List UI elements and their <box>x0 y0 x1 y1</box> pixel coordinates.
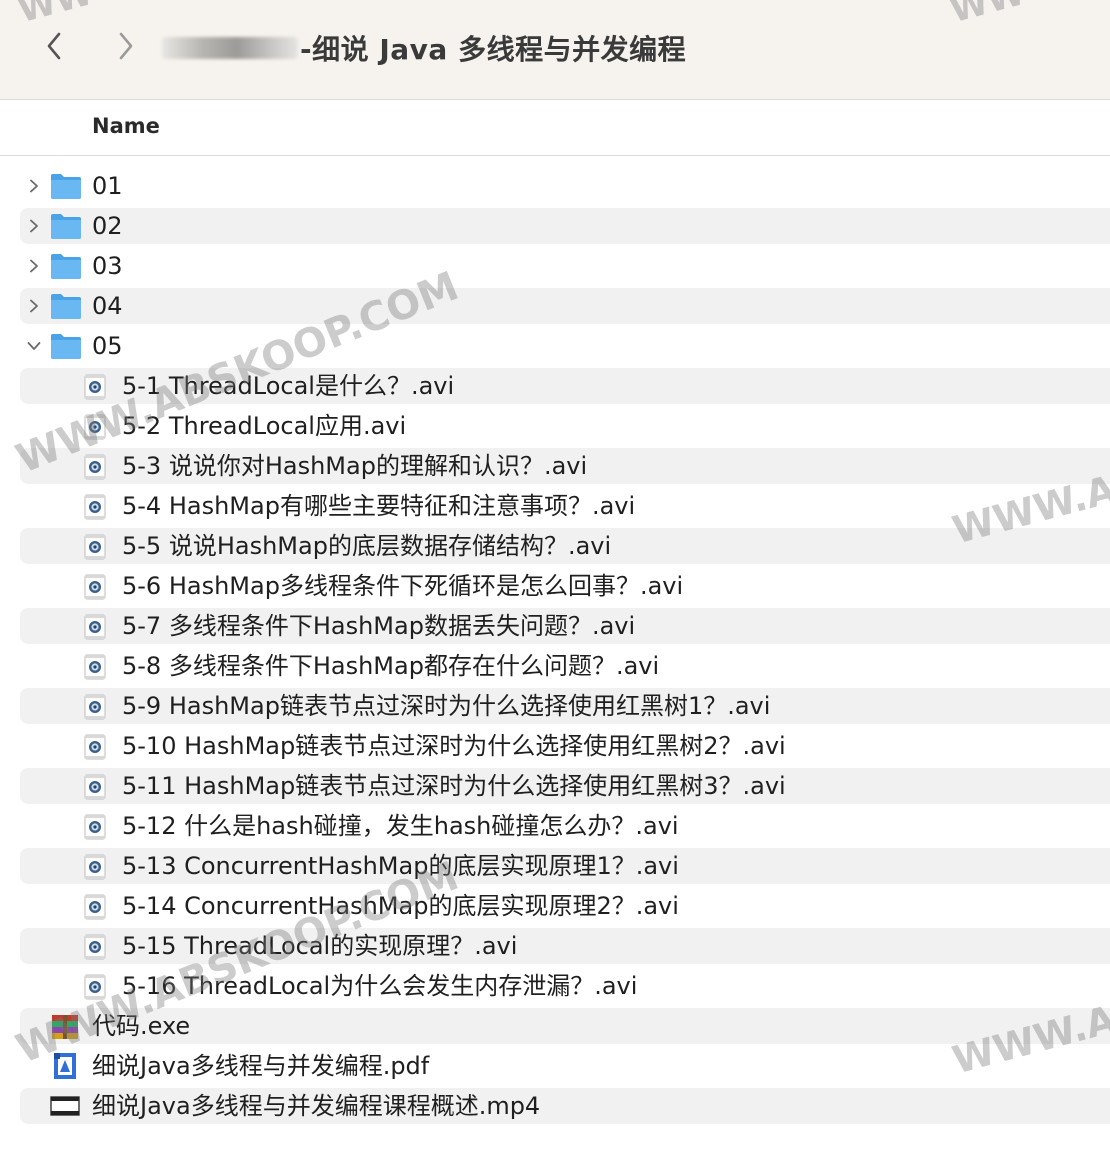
video-file-icon <box>84 454 106 480</box>
file-row[interactable]: 5-5 说说HashMap的底层数据存储结构？.avi <box>0 526 1110 566</box>
file-row[interactable]: 5-1 ThreadLocal是什么？.avi <box>0 366 1110 406</box>
folder-icon <box>51 174 81 199</box>
root-file-row[interactable]: 细说Java多线程与并发编程.pdf <box>0 1046 1110 1086</box>
video-file-icon <box>84 494 106 520</box>
file-label: 细说Java多线程与并发编程课程概述.mp4 <box>92 1092 541 1120</box>
file-row[interactable]: 5-9 HashMap链表节点过深时为什么选择使用红黑树1？.avi <box>0 686 1110 726</box>
chevron-right-icon <box>30 259 38 273</box>
archive-icon <box>52 1015 78 1039</box>
folder-row-05[interactable]: 05 <box>0 326 1110 366</box>
chevron-right-icon <box>30 299 38 313</box>
folder-icon <box>51 214 81 239</box>
file-row[interactable]: 5-6 HashMap多线程条件下死循环是怎么回事？.avi <box>0 566 1110 606</box>
file-label: 代码.exe <box>92 1012 191 1040</box>
video-file-icon <box>84 974 106 1000</box>
file-label: 5-4 HashMap有哪些主要特征和注意事项？.avi <box>122 492 636 520</box>
file-label: 5-7 多线程条件下HashMap数据丢失问题？.avi <box>122 612 636 640</box>
file-label: 5-6 HashMap多线程条件下死循环是怎么回事？.avi <box>122 572 684 600</box>
file-row[interactable]: 5-2 ThreadLocal应用.avi <box>0 406 1110 446</box>
file-label: 5-2 ThreadLocal应用.avi <box>122 412 407 440</box>
window-toolbar: -细说 Java 多线程与并发编程 <box>0 0 1110 100</box>
folder-icon <box>51 294 81 319</box>
file-label: 5-5 说说HashMap的底层数据存储结构？.avi <box>122 532 612 560</box>
column-header: Name <box>0 101 1110 156</box>
file-row[interactable]: 5-12 什么是hash碰撞，发生hash碰撞怎么办？.avi <box>0 806 1110 846</box>
folder-icon <box>51 334 81 359</box>
chevron-left-icon <box>47 32 61 60</box>
window-title-text: -细说 Java 多线程与并发编程 <box>300 33 687 66</box>
back-button[interactable] <box>34 26 74 66</box>
folder-label: 03 <box>92 252 123 280</box>
folder-row-04[interactable]: 04 <box>0 286 1110 326</box>
root-file-row[interactable]: 细说Java多线程与并发编程课程概述.mp4 <box>0 1086 1110 1126</box>
chevron-right-icon <box>119 32 133 60</box>
file-row[interactable]: 5-16 ThreadLocal为什么会发生内存泄漏？.avi <box>0 966 1110 1006</box>
file-label: 5-12 什么是hash碰撞，发生hash碰撞怎么办？.avi <box>122 812 679 840</box>
disclosure-collapsed-toggle[interactable] <box>22 214 46 238</box>
file-row[interactable]: 5-13 ConcurrentHashMap的底层实现原理1？.avi <box>0 846 1110 886</box>
folder-label: 02 <box>92 212 123 240</box>
file-label: 5-3 说说你对HashMap的理解和认识？.avi <box>122 452 588 480</box>
video-file-icon <box>84 614 106 640</box>
row-stripe <box>20 248 1110 284</box>
disclosure-expanded-toggle[interactable] <box>22 334 46 358</box>
video-file-icon <box>84 814 106 840</box>
video-file-icon <box>84 734 106 760</box>
file-label: 5-1 ThreadLocal是什么？.avi <box>122 372 455 400</box>
file-row[interactable]: 5-3 说说你对HashMap的理解和认识？.avi <box>0 446 1110 486</box>
file-label: 细说Java多线程与并发编程.pdf <box>92 1052 430 1080</box>
file-list: 01 02 03 04 05 5-1 ThreadLocal是什么？.avi 5-2 Thr… <box>0 166 1110 1126</box>
row-stripe <box>20 328 1110 364</box>
folder-row-01[interactable]: 01 <box>0 166 1110 206</box>
folder-label: 05 <box>92 332 123 360</box>
root-file-row[interactable]: 代码.exe <box>0 1006 1110 1046</box>
row-stripe <box>20 288 1110 324</box>
folder-row-02[interactable]: 02 <box>0 206 1110 246</box>
row-stripe <box>20 168 1110 204</box>
file-row[interactable]: 5-14 ConcurrentHashMap的底层实现原理2？.avi <box>0 886 1110 926</box>
chevron-right-icon <box>30 219 38 233</box>
folder-label: 01 <box>92 172 123 200</box>
file-label: 5-15 ThreadLocal的实现原理？.avi <box>122 932 518 960</box>
row-stripe <box>20 208 1110 244</box>
video-file-icon <box>50 1096 80 1116</box>
video-file-icon <box>84 414 106 440</box>
file-label: 5-16 ThreadLocal为什么会发生内存泄漏？.avi <box>122 972 638 1000</box>
folder-row-03[interactable]: 03 <box>0 246 1110 286</box>
file-row[interactable]: 5-15 ThreadLocal的实现原理？.avi <box>0 926 1110 966</box>
file-label: 5-10 HashMap链表节点过深时为什么选择使用红黑树2？.avi <box>122 732 786 760</box>
video-file-icon <box>84 854 106 880</box>
window-title: -细说 Java 多线程与并发编程 <box>162 26 686 70</box>
name-column-header[interactable]: Name <box>92 114 160 138</box>
file-label: 5-8 多线程条件下HashMap都存在什么问题？.avi <box>122 652 660 680</box>
folder-label: 04 <box>92 292 123 320</box>
video-file-icon <box>84 374 106 400</box>
file-label: 5-11 HashMap链表节点过深时为什么选择使用红黑树3？.avi <box>122 772 786 800</box>
video-file-icon <box>84 894 106 920</box>
blurred-title-prefix <box>162 37 298 59</box>
video-file-icon <box>84 774 106 800</box>
pdf-document-icon <box>54 1053 76 1079</box>
file-row[interactable]: 5-8 多线程条件下HashMap都存在什么问题？.avi <box>0 646 1110 686</box>
folder-icon <box>51 254 81 279</box>
file-row[interactable]: 5-7 多线程条件下HashMap数据丢失问题？.avi <box>0 606 1110 646</box>
chevron-down-icon <box>27 342 41 350</box>
disclosure-collapsed-toggle[interactable] <box>22 174 46 198</box>
disclosure-collapsed-toggle[interactable] <box>22 294 46 318</box>
file-row[interactable]: 5-11 HashMap链表节点过深时为什么选择使用红黑树3？.avi <box>0 766 1110 806</box>
file-label: 5-14 ConcurrentHashMap的底层实现原理2？.avi <box>122 892 679 920</box>
video-file-icon <box>84 694 106 720</box>
file-row[interactable]: 5-4 HashMap有哪些主要特征和注意事项？.avi <box>0 486 1110 526</box>
file-label: 5-9 HashMap链表节点过深时为什么选择使用红黑树1？.avi <box>122 692 771 720</box>
video-file-icon <box>84 654 106 680</box>
file-label: 5-13 ConcurrentHashMap的底层实现原理1？.avi <box>122 852 679 880</box>
video-file-icon <box>84 934 106 960</box>
forward-button[interactable] <box>106 26 146 66</box>
video-file-icon <box>84 574 106 600</box>
file-row[interactable]: 5-10 HashMap链表节点过深时为什么选择使用红黑树2？.avi <box>0 726 1110 766</box>
video-file-icon <box>84 534 106 560</box>
disclosure-collapsed-toggle[interactable] <box>22 254 46 278</box>
chevron-right-icon <box>30 179 38 193</box>
